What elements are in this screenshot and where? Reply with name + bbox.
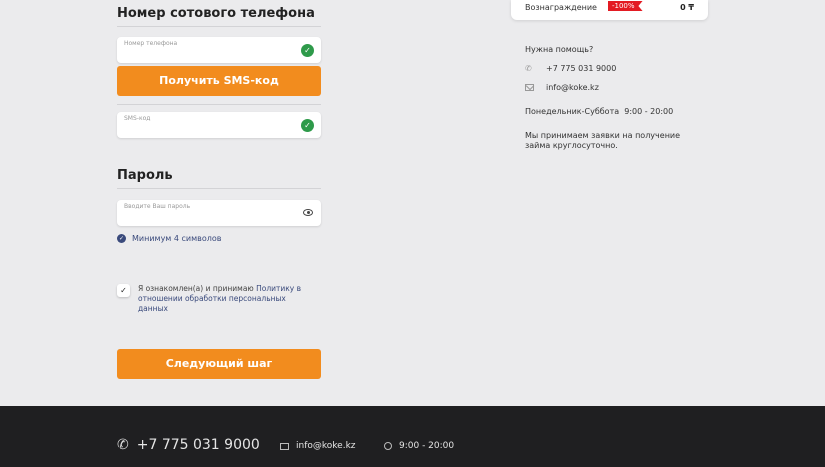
phone-icon: ✆ (525, 63, 532, 73)
get-sms-button[interactable]: Получить SMS-код (117, 66, 321, 96)
next-step-button[interactable]: Следующий шаг (117, 349, 321, 379)
help-note: Мы принимаем заявки на получение займа к… (525, 131, 681, 150)
divider (117, 26, 321, 27)
password-section-title: Пароль (117, 168, 173, 183)
agreement-label: Я ознакомлен(а) и принимаю (138, 284, 257, 293)
discount-badge: -100% (608, 1, 643, 11)
help-hours: Понедельник-Суббота 9:00 - 20:00 (525, 107, 674, 116)
check-icon: ✓ (301, 119, 314, 132)
password-placeholder: Вводите Ваш пароль (124, 203, 191, 210)
reward-box: Вознаграждение -100% 0 ₸ (511, 0, 708, 20)
phone-section-title: Номер сотового телефона (117, 6, 315, 21)
reward-label: Вознаграждение (525, 3, 597, 12)
help-phone-text: +7 775 031 9000 (546, 64, 617, 73)
footer-email[interactable]: info@koke.kz (280, 441, 356, 451)
footer-phone[interactable]: ✆ +7 775 031 9000 (117, 437, 260, 453)
mail-icon (525, 84, 534, 91)
sms-code-placeholder: SMS-код (124, 115, 151, 122)
check-icon: ✓ (301, 44, 314, 57)
password-hint: ✓ Минимум 4 символов (117, 234, 221, 243)
footer-hours-text: 9:00 - 20:00 (399, 441, 455, 451)
footer-hours: 9:00 - 20:00 (384, 441, 454, 451)
divider (117, 188, 321, 189)
agree-checkbox[interactable]: ✓ (117, 284, 130, 297)
phone-input[interactable]: Номер телефона ✓ (117, 37, 321, 63)
footer-email-text: info@koke.kz (296, 441, 356, 451)
phone-input-placeholder: Номер телефона (124, 40, 178, 47)
help-title: Нужна помощь? (525, 45, 594, 54)
agreement-text: Я ознакомлен(а) и принимаю Политику в от… (138, 284, 317, 314)
reward-value: 0 ₸ (680, 3, 694, 12)
check-circle-icon: ✓ (117, 234, 126, 243)
footer-phone-text: +7 775 031 9000 (136, 437, 260, 453)
clock-icon (384, 442, 392, 450)
help-email[interactable]: info@koke.kz (525, 83, 599, 92)
eye-icon[interactable] (303, 209, 313, 216)
agreement: ✓ Я ознакомлен(а) и принимаю Политику в … (117, 284, 317, 314)
password-hint-text: Минимум 4 символов (132, 234, 222, 243)
help-phone[interactable]: ✆ +7 775 031 9000 (525, 64, 616, 73)
sms-code-input[interactable]: SMS-код ✓ (117, 112, 321, 138)
phone-icon: ✆ (117, 437, 129, 453)
mail-icon (280, 442, 289, 450)
password-input[interactable]: Вводите Ваш пароль (117, 200, 321, 226)
divider (117, 104, 321, 105)
footer: ✆ +7 775 031 9000 info@koke.kz 9:00 - 20… (0, 406, 825, 467)
help-email-text: info@koke.kz (546, 83, 599, 92)
